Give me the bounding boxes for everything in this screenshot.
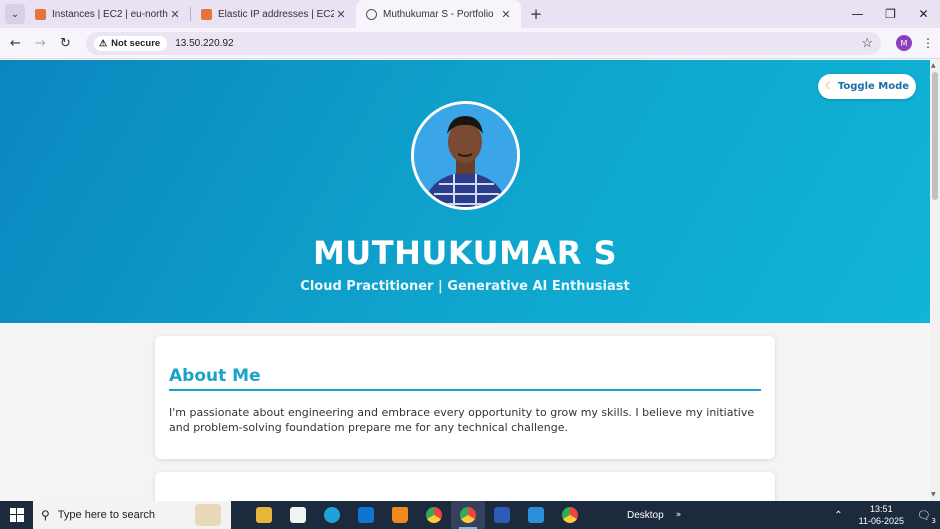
page-subtitle: Cloud Practitioner | Generative AI Enthu…	[300, 279, 630, 294]
chrome-profile-icon[interactable]	[451, 501, 485, 529]
hero-section: ☾ Toggle Mode MUTHUKUMAR S Cloud Practit…	[0, 60, 930, 323]
chevron-right-icon[interactable]: »	[676, 510, 682, 520]
profile-avatar[interactable]: M	[896, 35, 912, 51]
warning-icon: ⚠	[99, 37, 108, 48]
url-text[interactable]: 13.50.220.92	[175, 38, 233, 49]
tab-portfolio[interactable]: Muthukumar S - Portfolio ✕	[356, 0, 521, 28]
new-tab-button[interactable]: +	[525, 5, 547, 23]
system-tray: ⌃ 13:51 11-06-2025 🗨 3	[834, 501, 940, 529]
close-icon[interactable]: ✕	[168, 8, 182, 21]
close-icon[interactable]: ✕	[334, 8, 348, 21]
clock-time: 13:51	[870, 504, 893, 514]
browser-toolbar: ← → ↻ ⚠ Not secure 13.50.220.92 ☆ M ⋮	[0, 28, 940, 59]
vscode-icon[interactable]	[519, 501, 553, 529]
about-text: I'm passionate about engineering and emb…	[169, 406, 755, 434]
taskbar-search-input[interactable]: ⚲ Type here to search	[33, 501, 231, 529]
heading-divider	[169, 389, 761, 391]
close-icon[interactable]: ✕	[499, 8, 513, 21]
page-title: MUTHUKUMAR S	[312, 234, 618, 272]
page-viewport: ☾ Toggle Mode MUTHUKUMAR S Cloud Practit…	[0, 60, 930, 501]
edge-icon[interactable]	[315, 501, 349, 529]
page-scrollbar[interactable]: ▲ ▼	[930, 60, 940, 501]
back-icon[interactable]: ←	[3, 36, 28, 51]
tab-elastic-ip[interactable]: Elastic IP addresses | EC2 | eu-n ✕	[191, 0, 356, 28]
window-controls: — ❐ ✕	[841, 0, 940, 28]
chrome-icon[interactable]	[417, 501, 451, 529]
aws-icon	[35, 8, 46, 20]
tab-title: Elastic IP addresses | EC2 | eu-n	[218, 8, 334, 20]
scroll-up-icon[interactable]: ▲	[931, 62, 936, 69]
menu-kebab-icon[interactable]: ⋮	[922, 36, 934, 50]
next-card	[155, 472, 775, 501]
tab-search-icon[interactable]: ⌄	[5, 4, 25, 24]
chrome-alt-icon[interactable]	[553, 501, 587, 529]
clock-date: 11-06-2025	[858, 516, 904, 526]
security-chip[interactable]: ⚠ Not secure	[94, 35, 168, 51]
clock[interactable]: 13:51 11-06-2025	[859, 503, 904, 527]
search-placeholder: Type here to search	[57, 509, 156, 521]
notification-icon[interactable]: 🗨 3	[914, 506, 936, 525]
moon-icon: ☾	[824, 81, 834, 92]
close-window-icon[interactable]: ✕	[907, 0, 940, 28]
scroll-down-icon[interactable]: ▼	[931, 491, 936, 498]
search-icon: ⚲	[41, 508, 50, 522]
forward-icon[interactable]: →	[28, 36, 53, 51]
minimize-icon[interactable]: —	[841, 0, 874, 28]
bookmark-star-icon[interactable]: ☆	[861, 35, 873, 51]
store-icon[interactable]	[281, 501, 315, 529]
windows-start-icon[interactable]	[0, 501, 33, 529]
globe-icon	[366, 8, 377, 20]
toggle-label: Toggle Mode	[837, 81, 910, 92]
chevron-up-icon[interactable]: ⌃	[834, 510, 842, 521]
vlc-icon[interactable]	[383, 501, 417, 529]
tab-instances[interactable]: Instances | EC2 | eu-north-1 ✕	[25, 0, 190, 28]
browser-tab-bar: ⌄ Instances | EC2 | eu-north-1 ✕ Elastic…	[0, 0, 940, 28]
tab-title: Instances | EC2 | eu-north-1	[52, 8, 168, 20]
file-explorer-icon[interactable]	[247, 501, 281, 529]
aws-icon	[201, 8, 212, 20]
search-highlight-image	[195, 504, 221, 526]
profile-photo	[411, 101, 520, 210]
about-heading: About Me	[169, 366, 261, 386]
reload-icon[interactable]: ↻	[53, 36, 78, 51]
word-icon[interactable]	[485, 501, 519, 529]
tab-title: Muthukumar S - Portfolio	[383, 8, 494, 20]
outlook-icon[interactable]	[349, 501, 383, 529]
about-card: About Me I'm passionate about engineerin…	[155, 336, 775, 459]
notification-count: 3	[931, 517, 936, 525]
security-label: Not secure	[111, 37, 161, 49]
desktop-toolbar-label[interactable]: Desktop	[627, 510, 664, 521]
toggle-mode-button[interactable]: ☾ Toggle Mode	[818, 74, 916, 99]
windows-taskbar: ⚲ Type here to search Desktop » ⌃ 13:51 …	[0, 501, 940, 529]
restore-icon[interactable]: ❐	[874, 0, 907, 28]
address-bar[interactable]: ⚠ Not secure 13.50.220.92 ☆	[86, 31, 881, 55]
scroll-thumb[interactable]	[932, 72, 938, 200]
